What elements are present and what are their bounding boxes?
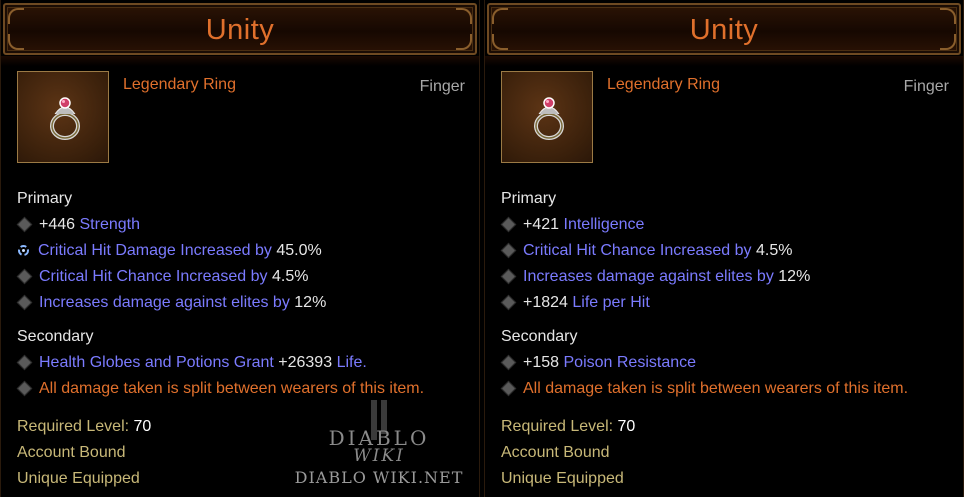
primary-heading: Primary <box>501 190 557 207</box>
account-bound: Account Bound <box>17 444 126 461</box>
diamond-bullet-icon <box>500 242 517 259</box>
diamond-bullet-icon <box>500 268 517 285</box>
item-type: Legendary Ring <box>123 76 236 93</box>
diamond-bullet-icon <box>16 354 33 371</box>
socket-swirl-icon <box>18 244 29 256</box>
diamond-bullet-icon <box>16 294 33 311</box>
affix-strength: +446 Strength <box>16 216 140 234</box>
item-title: Unity <box>689 14 759 46</box>
item-slot: Finger <box>419 78 465 95</box>
affix-health-globes: Health Globes and Potions Grant +26393 L… <box>16 354 367 372</box>
diamond-bullet-icon <box>500 216 517 233</box>
ring-icon <box>534 97 564 140</box>
tooltip-header: Unity <box>487 3 961 55</box>
required-level: Required Level: 70 <box>501 418 636 435</box>
item-icon-frame[interactable] <box>17 71 109 163</box>
affix-crit-chance: Critical Hit Chance Increased by 4.5% <box>500 242 792 260</box>
affix-poison-resistance: +158 Poison Resistance <box>500 354 696 372</box>
item-tooltip-left: Unity Legendary Ring Finger Primary +446… <box>0 0 480 497</box>
affix-elite-damage: Increases damage against elites by 12% <box>500 268 810 286</box>
item-title: Unity <box>205 14 275 46</box>
item-type: Legendary Ring <box>607 76 720 93</box>
secondary-heading: Secondary <box>501 328 578 345</box>
diablo-wiki-watermark: DIABLO WIKI DIABLO WIKI.NET <box>289 400 469 496</box>
affix-crit-damage: Critical Hit Damage Increased by 45.0% <box>17 242 322 260</box>
watermark-url: DIABLO WIKI.NET <box>294 468 464 487</box>
account-bound: Account Bound <box>501 444 610 461</box>
affix-legendary-power: All damage taken is split between wearer… <box>500 380 908 398</box>
affix-crit-chance: Critical Hit Chance Increased by 4.5% <box>16 268 308 286</box>
affix-intelligence: +421 Intelligence <box>500 216 644 234</box>
diamond-bullet-icon <box>16 216 33 233</box>
required-level: Required Level: 70 <box>17 418 152 435</box>
unique-equipped: Unique Equipped <box>501 470 624 487</box>
item-tooltip-right: Unity Legendary Ring Finger Primary +421… <box>484 0 964 497</box>
primary-heading: Primary <box>17 190 73 207</box>
watermark-wiki: WIKI <box>353 446 405 466</box>
diamond-bullet-icon <box>16 268 33 285</box>
item-icon-frame[interactable] <box>501 71 593 163</box>
diamond-bullet-icon <box>500 354 517 371</box>
ring-icon <box>50 97 80 140</box>
unique-equipped: Unique Equipped <box>17 470 140 487</box>
diamond-bullet-icon <box>500 380 517 397</box>
secondary-heading: Secondary <box>17 328 94 345</box>
diamond-bullet-icon <box>16 380 33 397</box>
item-slot: Finger <box>903 78 949 95</box>
diamond-bullet-icon <box>500 294 517 311</box>
affix-legendary-power: All damage taken is split between wearer… <box>16 380 424 398</box>
affix-elite-damage: Increases damage against elites by 12% <box>16 294 326 312</box>
tooltip-header: Unity <box>3 3 477 55</box>
affix-life-per-hit: +1824 Life per Hit <box>500 294 650 312</box>
